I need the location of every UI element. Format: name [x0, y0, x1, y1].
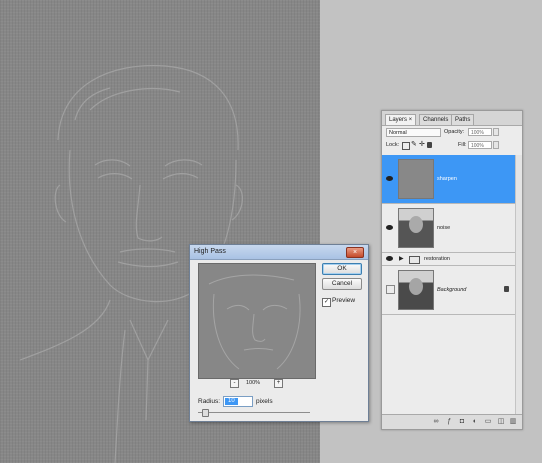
- layer-row-sharpen[interactable]: sharpen: [382, 155, 522, 204]
- filter-preview[interactable]: [198, 263, 316, 379]
- dialog-titlebar[interactable]: High Pass ×: [190, 245, 368, 260]
- opacity-arrow[interactable]: [493, 128, 499, 136]
- new-layer-icon[interactable]: ◫: [497, 418, 505, 426]
- radius-slider-track[interactable]: [198, 412, 310, 413]
- tab-layers[interactable]: Layers ×: [385, 114, 417, 125]
- lock-transparency-icon[interactable]: [402, 142, 410, 150]
- radius-slider-thumb[interactable]: [202, 409, 209, 417]
- visibility-eye-icon[interactable]: [386, 256, 393, 261]
- lock-icon: [504, 286, 509, 292]
- layer-name: noise: [437, 225, 451, 231]
- expand-triangle-icon[interactable]: ▶: [399, 255, 404, 262]
- radius-value: 10: [225, 398, 238, 405]
- fill-input[interactable]: 100%: [468, 141, 492, 149]
- radius-unit: pixels: [256, 398, 273, 405]
- layers-footer: ∞ ƒ ◘ ◐ ▭ ◫ ▥: [382, 414, 522, 429]
- ok-button[interactable]: OK: [322, 263, 362, 275]
- zoom-out-button[interactable]: -: [230, 379, 239, 388]
- lock-all-icon[interactable]: [427, 142, 432, 148]
- folder-icon[interactable]: ▭: [484, 418, 492, 426]
- visibility-eye-icon[interactable]: [386, 176, 393, 181]
- preview-label: Preview: [332, 297, 356, 304]
- blend-mode-select[interactable]: Normal: [386, 128, 441, 137]
- zoom-in-button[interactable]: +: [274, 379, 283, 388]
- mask-icon[interactable]: ◘: [458, 418, 466, 426]
- layer-thumbnail: [398, 270, 434, 310]
- layers-panel: Layers × Channels Paths Normal Opacity: …: [381, 110, 523, 430]
- high-pass-dialog: High Pass × OK Cancel ✓ Preview - 100% +…: [189, 244, 369, 422]
- cancel-button[interactable]: Cancel: [322, 278, 362, 290]
- layers-panel-tabs: Layers × Channels Paths: [382, 111, 522, 126]
- blend-opacity-row: Normal Opacity: 100%: [386, 128, 518, 138]
- fx-icon[interactable]: ƒ: [445, 418, 453, 426]
- link-icon[interactable]: ∞: [432, 418, 440, 426]
- tab-paths[interactable]: Paths: [451, 114, 475, 125]
- layer-group-restoration[interactable]: ▶ restoration: [382, 253, 522, 266]
- close-button[interactable]: ×: [346, 247, 364, 258]
- layer-thumbnail: [398, 208, 434, 248]
- layer-row-noise[interactable]: noise: [382, 204, 522, 253]
- visibility-eye-icon[interactable]: [386, 225, 393, 230]
- opacity-label: Opacity:: [444, 129, 465, 135]
- tab-channels[interactable]: Channels: [419, 114, 453, 125]
- preview-image: [208, 274, 301, 370]
- visibility-empty-box[interactable]: [386, 285, 395, 294]
- preview-checkbox[interactable]: ✓: [322, 298, 331, 307]
- lock-label: Lock:: [386, 142, 400, 148]
- layer-name: sharpen: [437, 176, 457, 182]
- radius-label: Radius:: [198, 398, 221, 405]
- lock-position-icon[interactable]: ✛: [419, 141, 425, 149]
- layer-name: Background: [437, 287, 467, 293]
- fill-label: Fill:: [458, 142, 467, 148]
- layer-name: restoration: [424, 256, 450, 262]
- portrait-thumb-face: [409, 278, 423, 295]
- dialog-title: High Pass: [194, 248, 226, 255]
- adjustment-icon[interactable]: ◐: [471, 418, 479, 426]
- fill-arrow[interactable]: [493, 141, 499, 149]
- trash-icon[interactable]: ▥: [509, 418, 517, 426]
- opacity-input[interactable]: 100%: [468, 128, 492, 136]
- layer-thumbnail: [398, 159, 434, 199]
- zoom-level: 100%: [246, 380, 261, 386]
- layers-scrollbar[interactable]: [515, 155, 522, 414]
- folder-icon: [409, 256, 420, 264]
- layer-row-background[interactable]: Background: [382, 266, 522, 315]
- portrait-thumb-face: [409, 216, 423, 233]
- lock-fill-row: Lock: ✎ ✛ Fill: 100%: [386, 141, 518, 151]
- radius-input[interactable]: 10: [223, 396, 253, 407]
- lock-pixels-icon[interactable]: ✎: [411, 141, 417, 149]
